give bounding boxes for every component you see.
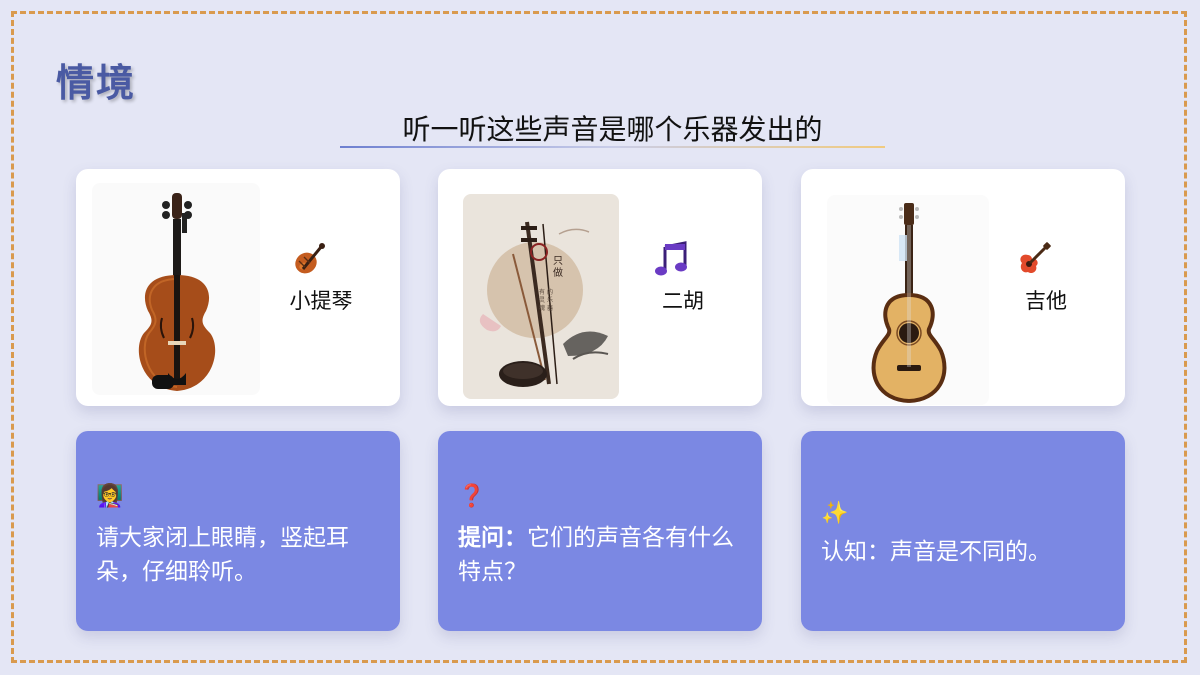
prompt-card-listen: 👩‍🏫 请大家闭上眼睛，竖起耳朵，仔细聆听。 — [76, 431, 400, 631]
sparkle-icon: ✨ — [821, 501, 849, 526]
erhu-photo-char-4: 灵 — [539, 297, 545, 304]
page-subtitle: 听一听这些声音是哪个乐器发出的 — [402, 113, 823, 146]
instrument-card-guitar[interactable]: 吉他 — [801, 169, 1125, 406]
erhu-photo-char-5: 魂 — [539, 304, 545, 312]
erhu-photo-char-3: 有 — [539, 288, 545, 296]
music-notes-icon — [655, 241, 687, 276]
prompt-text-cognition: 认知：声音是不同的。 — [821, 539, 1051, 565]
prompt-card-question: ❓ 提问：它们的声音各有什么特点？ — [438, 431, 762, 631]
prompt-text-question: 提问：它们的声音各有什么特点？ — [458, 521, 748, 589]
erhu-photo: 只 做 有 灵 魂 的 乐 器 — [463, 194, 619, 399]
instrument-card-erhu[interactable]: 只 做 有 灵 魂 的 乐 器 二胡 — [438, 169, 762, 406]
page-heading: 情境 — [56, 61, 137, 105]
guitar-photo — [827, 195, 989, 405]
erhu-photo-char-6: 的 — [547, 288, 553, 296]
instrument-card-violin[interactable]: 小提琴 — [76, 169, 400, 406]
violin-icon — [295, 243, 325, 274]
erhu-photo-char-2: 做 — [553, 266, 563, 279]
erhu-photo-char-1: 只 — [553, 256, 563, 267]
violin-photo — [92, 183, 260, 395]
guitar-icon — [1020, 242, 1051, 274]
instrument-label-violin: 小提琴 — [289, 289, 353, 313]
teacher-icon: 👩‍🏫 — [96, 484, 124, 509]
question-mark-icon: ❓ — [458, 484, 486, 509]
erhu-photo-char-8: 器 — [547, 305, 553, 312]
prompt-text-listen: 请大家闭上眼睛，竖起耳朵，仔细聆听。 — [96, 525, 349, 585]
instrument-label-guitar: 吉他 — [1025, 289, 1067, 313]
instrument-label-erhu: 二胡 — [662, 289, 704, 313]
question-label: 提问： — [458, 525, 527, 551]
subtitle-underline — [340, 146, 885, 148]
prompt-card-cognition: ✨ 认知：声音是不同的。 — [801, 431, 1125, 631]
erhu-photo-char-7: 乐 — [547, 297, 553, 304]
